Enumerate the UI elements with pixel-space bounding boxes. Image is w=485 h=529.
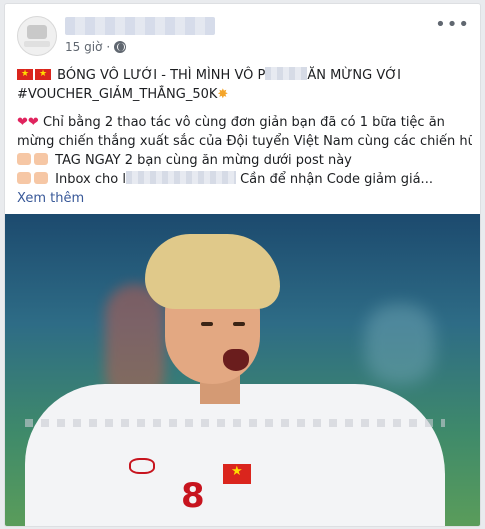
hashtag-link[interactable]: #VOUCHER_GIẢM_THẮNG_50K [17, 87, 217, 102]
player-jersey [25, 384, 445, 526]
page-avatar[interactable] [17, 16, 57, 56]
pointing-hand-icon [34, 153, 48, 165]
globe-icon [114, 41, 127, 53]
post-line-2: #VOUCHER_GIẢM_THẮNG_50K✸ [17, 85, 472, 104]
red-heart-icon: ❤ [27, 115, 39, 130]
post-line-1: BÓNG VÔ LƯỚI - THÌ MÌNH VÔ PĂN MỪNG VỚI [17, 66, 472, 85]
post-line-3: ❤❤ Chỉ bằng 2 thao tác vô cùng đơn giản … [17, 115, 445, 130]
post-line-6: Inbox cho l Cần để nhận Code giảm giá... [17, 170, 472, 189]
post-card: 15 giờ · ••• BÓNG VÔ LƯỚI - THÌ MÌNH VÔ … [4, 3, 481, 527]
pointing-hand-icon [34, 172, 48, 184]
post-photo[interactable]: 8 [5, 214, 480, 526]
sparkle-icon: ✸ [217, 87, 229, 102]
post-line-4: mừng chiến thắng xuất sắc của Đội tuyển … [17, 134, 472, 149]
kit-logo [129, 458, 155, 474]
player-hair [145, 234, 280, 309]
more-options-button[interactable]: ••• [435, 14, 470, 35]
jersey-number: 8 [181, 476, 205, 516]
red-heart-icon: ❤ [17, 115, 28, 130]
pointing-hand-icon [17, 153, 31, 165]
post-header: 15 giờ · ••• [5, 4, 480, 64]
vietnam-flag-icon [35, 66, 51, 84]
vietnam-flag-icon [17, 66, 33, 84]
post-line-5: TAG NGAY 2 bạn cùng ăn mừng dưới post nà… [17, 151, 472, 170]
redacted-text [265, 67, 308, 80]
pointing-hand-icon [17, 172, 31, 184]
redacted-text [125, 171, 236, 184]
post-timestamp[interactable]: 15 giờ [65, 40, 102, 54]
see-more-link[interactable]: Xem thêm [17, 189, 472, 208]
post-meta: 15 giờ · [65, 40, 127, 54]
jersey-flag-icon [223, 464, 251, 484]
page-name-redacted[interactable] [65, 17, 215, 35]
post-text: BÓNG VÔ LƯỚI - THÌ MÌNH VÔ PĂN MỪNG VỚI … [17, 66, 472, 208]
